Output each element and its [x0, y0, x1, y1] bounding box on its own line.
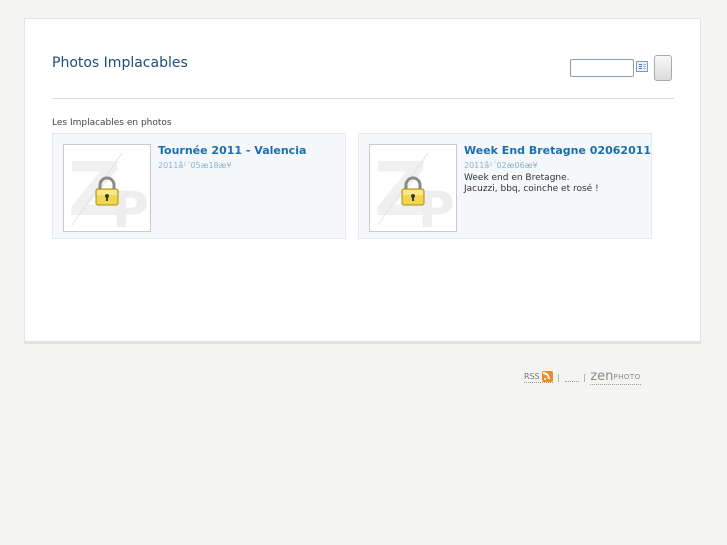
rss-icon: [541, 371, 553, 382]
zenphoto-logo-link[interactable]: zenPHOTO: [590, 369, 641, 385]
album-description: Week end en Bretagne. Jacuzzi, bbq, coin…: [464, 173, 599, 195]
site-title[interactable]: Photos Implacables: [52, 55, 188, 71]
album-description-line: Jacuzzi, bbq, coinche et rosé !: [464, 184, 599, 194]
search-options-icon[interactable]: [636, 61, 648, 72]
header-divider: [52, 98, 674, 99]
album-title-link[interactable]: Tournée 2011 - Valencia: [158, 144, 306, 157]
footer-link[interactable]: [564, 372, 579, 382]
rss-label: RSS: [524, 372, 540, 381]
zenphoto-logo-zen: zen: [590, 369, 614, 384]
lock-icon: [401, 176, 425, 206]
album-description-line: Week end en Bretagne.: [464, 173, 570, 183]
main-panel: Photos Implacables Les Implacables en ph…: [24, 18, 701, 344]
album-card: Z P Week End Bretagne 02062011 2011å¹´02…: [358, 133, 652, 239]
lock-icon: [95, 176, 119, 206]
footer-separator: |: [583, 372, 586, 382]
footer-separator: |: [557, 372, 560, 382]
search-input[interactable]: [570, 59, 634, 77]
section-heading: Les Implacables en photos: [52, 118, 172, 128]
album-date: 2011å¹´05æ18æ¥: [158, 161, 232, 170]
album-title-link[interactable]: Week End Bretagne 02062011: [464, 144, 651, 157]
album-card: Z P Tournée 2011 - Valencia 2011å¹´05æ18…: [52, 133, 346, 239]
search-form: [570, 55, 673, 83]
album-date: 2011å¹´02æ06æ¥: [464, 161, 538, 170]
search-button[interactable]: [654, 55, 672, 81]
rss-link[interactable]: RSS: [524, 371, 553, 383]
album-thumbnail[interactable]: Z P: [63, 144, 151, 232]
zenphoto-logo-photo: PHOTO: [613, 372, 641, 381]
footer: RSS | | zenPHOTO: [524, 369, 641, 385]
album-thumbnail[interactable]: Z P: [369, 144, 457, 232]
